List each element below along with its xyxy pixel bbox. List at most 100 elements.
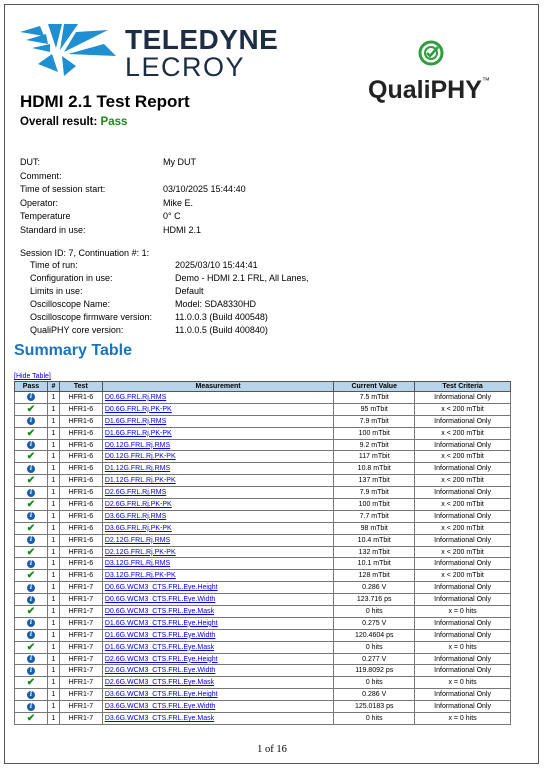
num-cell: 1 xyxy=(46,438,60,452)
measurement-link[interactable]: D1.6G.WCM3_CTS.FRL.Eye.Mask xyxy=(101,640,335,654)
num-cell: 1 xyxy=(46,569,60,583)
measurement-link[interactable]: D1.6G.WCM3_CTS.FRL.Eye.Height xyxy=(101,616,335,630)
test-cell: HFR1-7 xyxy=(58,712,103,725)
table-row: i 1 HFR1-7 D2.6G.WCM3_CTS.FRL.Eye.Width 119.… xyxy=(14,664,511,678)
test-cell: HFR1-7 xyxy=(58,664,103,678)
test-criteria-cell: x = 0 hits xyxy=(414,712,511,725)
measurement-link[interactable]: D3.6G.WCM3_CTS.FRL.Eye.Height xyxy=(101,688,335,702)
measurement-link[interactable]: D1.6G.FRL.Rj.PK-PK xyxy=(101,426,335,440)
measurement-link[interactable]: D2.6G.FRL.Rj.PK-PK xyxy=(101,498,335,511)
measurement-link[interactable]: D1.12G.FRL.Rj.RMS xyxy=(101,462,335,476)
checkmark-icon: ✔ xyxy=(26,546,36,558)
current-value-cell: 0.286 V xyxy=(333,581,416,595)
table-row: ✔ 1 HFR1-6 D1.12G.FRL.Rj.PK-PK 137 mTbit x < … xyxy=(14,474,511,488)
measurement-link[interactable]: D2.6G.FRL.Rj.RMS xyxy=(101,486,335,500)
header-test: Test xyxy=(58,381,103,392)
num-cell: 1 xyxy=(46,414,60,428)
test-cell: HFR1-6 xyxy=(58,474,103,488)
current-value-cell: 125.0183 ps xyxy=(333,700,416,714)
run-info-label: QualiPHY core version: xyxy=(30,325,124,335)
pass-cell: ✔ xyxy=(14,402,48,416)
run-info-value: 11.0.0.5 (Build 400840) xyxy=(175,325,268,335)
measurement-link[interactable]: D0.6G.WCM3_CTS.FRL.Eye.Height xyxy=(101,581,335,595)
measurement-link[interactable]: D2.6G.WCM3_CTS.FRL.Eye.Mask xyxy=(101,676,335,690)
measurement-link[interactable]: D2.6G.WCM3_CTS.FRL.Eye.Height xyxy=(101,652,335,666)
table-row: i 1 HFR1-7 D3.6G.WCM3_CTS.FRL.Eye.Width 125.… xyxy=(14,700,511,714)
current-value-cell: 10.1 mTbit xyxy=(333,557,416,571)
measurement-link[interactable]: D0.12G.FRL.Rj.PK-PK xyxy=(101,450,335,464)
test-cell: HFR1-7 xyxy=(58,628,103,642)
session-header: Session ID: 7, Continuation #: 1: xyxy=(20,248,150,258)
table-row: i 1 HFR1-7 D0.6G.WCM3_CTS.FRL.Eye.Height 0.2… xyxy=(14,581,511,595)
table-row: i 1 HFR1-6 D0.12G.FRL.Rj.RMS 9.2 mTbit Inform… xyxy=(14,438,511,452)
test-criteria-cell: x < 200 mTbit xyxy=(414,402,511,416)
measurement-link[interactable]: D0.12G.FRL.Rj.RMS xyxy=(101,438,335,452)
measurement-link[interactable]: D3.12G.FRL.Rj.PK-PK xyxy=(101,569,335,583)
run-info-value: Demo - HDMI 2.1 FRL, All Lanes, xyxy=(175,273,309,283)
test-criteria-cell: Informational Only xyxy=(414,414,511,428)
table-row: ✔ 1 HFR1-7 D0.6G.WCM3_CTS.FRL.Eye.Mask 0 hit… xyxy=(14,605,511,618)
pass-cell: ✔ xyxy=(14,712,48,725)
num-cell: 1 xyxy=(46,712,60,725)
pass-cell: i xyxy=(14,557,48,571)
num-cell: 1 xyxy=(46,545,60,559)
header-measurement: Measurement xyxy=(101,381,335,392)
num-cell: 1 xyxy=(46,676,60,690)
session-info-label: Comment: xyxy=(20,170,62,181)
current-value-cell: 0.275 V xyxy=(333,616,416,630)
measurement-link[interactable]: D2.6G.WCM3_CTS.FRL.Eye.Width xyxy=(101,664,335,678)
hide-table-link[interactable]: [Hide Table] xyxy=(14,373,51,380)
measurement-link[interactable]: D3.6G.FRL.Rj.PK-PK xyxy=(101,521,335,535)
table-row: i 1 HFR1-6 D2.12G.FRL.Rj.RMS 10.4 mTbit Infor… xyxy=(14,533,511,547)
measurement-link[interactable]: D1.6G.WCM3_CTS.FRL.Eye.Width xyxy=(101,628,335,642)
measurement-link[interactable]: D1.12G.FRL.Rj.PK-PK xyxy=(101,474,335,488)
measurement-link[interactable]: D0.6G.FRL.Rj.PK-PK xyxy=(101,402,335,416)
num-cell: 1 xyxy=(46,581,60,595)
table-row: ✔ 1 HFR1-6 D3.12G.FRL.Rj.PK-PK 128 mTbit x < … xyxy=(14,569,511,583)
test-criteria-cell: Informational Only xyxy=(414,593,511,607)
test-criteria-cell: Informational Only xyxy=(414,509,511,523)
measurement-link[interactable]: D0.6G.FRL.Rj.RMS xyxy=(101,391,335,404)
current-value-cell: 7.7 mTbit xyxy=(333,509,416,523)
num-cell: 1 xyxy=(46,628,60,642)
info-icon: i xyxy=(26,595,35,604)
table-row: ✔ 1 HFR1-6 D2.6G.FRL.Rj.PK-PK 100 mTbit x < 2… xyxy=(14,498,511,511)
session-info-value: 0° C xyxy=(163,211,181,221)
test-criteria-cell: x < 200 mTbit xyxy=(414,426,511,440)
info-icon: i xyxy=(26,417,35,426)
test-criteria-cell: x < 200 mTbit xyxy=(414,521,511,535)
measurement-link[interactable]: D1.6G.FRL.Rj.RMS xyxy=(101,414,335,428)
num-cell: 1 xyxy=(46,533,60,547)
test-criteria-cell: Informational Only xyxy=(414,688,511,702)
table-row: ✔ 1 HFR1-7 D2.6G.WCM3_CTS.FRL.Eye.Mask 0 hit… xyxy=(14,676,511,690)
table-row: ✔ 1 HFR1-7 D3.6G.WCM3_CTS.FRL.Eye.Mask 0 hit… xyxy=(14,712,511,725)
run-info-label: Configuration in use: xyxy=(30,273,113,283)
measurement-link[interactable]: D2.12G.FRL.Rj.RMS xyxy=(101,533,335,547)
measurement-link[interactable]: D3.6G.WCM3_CTS.FRL.Eye.Mask xyxy=(101,712,335,725)
run-info-label: Oscilloscope Name: xyxy=(30,299,111,309)
test-cell: HFR1-6 xyxy=(58,557,103,571)
measurement-link[interactable]: D0.6G.WCM3_CTS.FRL.Eye.Mask xyxy=(101,605,335,618)
measurement-link[interactable]: D3.12G.FRL.Rj.RMS xyxy=(101,557,335,571)
test-criteria-cell: Informational Only xyxy=(414,462,511,476)
current-value-cell: 117 mTbit xyxy=(333,450,416,464)
pass-cell: i xyxy=(14,486,48,500)
test-criteria-cell: x < 200 mTbit xyxy=(414,498,511,511)
table-row: ✔ 1 HFR1-7 D1.6G.WCM3_CTS.FRL.Eye.Mask 0 hit… xyxy=(14,640,511,654)
info-icon: i xyxy=(26,559,35,568)
table-row: i 1 HFR1-6 D1.12G.FRL.Rj.RMS 10.8 mTbit Infor… xyxy=(14,462,511,476)
session-info-label: Standard in use: xyxy=(20,224,86,235)
measurement-link[interactable]: D3.6G.WCM3_CTS.FRL.Eye.Width xyxy=(101,700,335,714)
info-icon: i xyxy=(26,512,35,521)
current-value-cell: 9.2 mTbit xyxy=(333,438,416,452)
test-criteria-cell: Informational Only xyxy=(414,700,511,714)
measurement-link[interactable]: D0.6G.WCM3_CTS.FRL.Eye.Width xyxy=(101,593,335,607)
test-cell: HFR1-6 xyxy=(58,545,103,559)
measurement-link[interactable]: D2.12G.FRL.Rj.PK-PK xyxy=(101,545,335,559)
num-cell: 1 xyxy=(46,486,60,500)
table-row: i 1 HFR1-6 D2.6G.FRL.Rj.RMS 7.9 mTbit Informa… xyxy=(14,486,511,500)
session-info-value: HDMI 2.1 xyxy=(163,224,202,235)
test-criteria-cell: x = 0 hits xyxy=(414,605,511,618)
measurement-link[interactable]: D3.6G.FRL.Rj.RMS xyxy=(101,509,335,523)
current-value-cell: 7.5 mTbit xyxy=(333,391,416,404)
